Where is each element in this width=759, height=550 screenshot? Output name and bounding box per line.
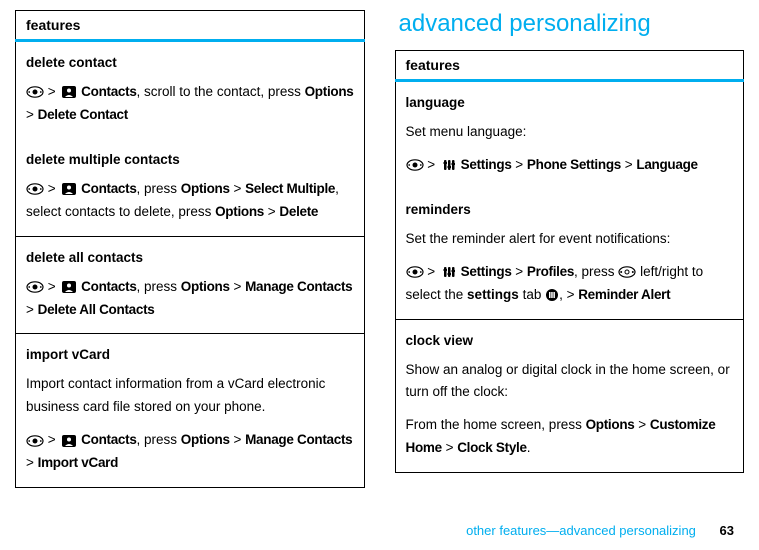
footer-text: other features—advanced personalizing bbox=[466, 523, 696, 538]
feature-description: Import contact information from a vCard … bbox=[26, 373, 354, 419]
feature-path: > Settings > Phone Settings > Language bbox=[406, 154, 734, 177]
feature-description: Set menu language: bbox=[406, 121, 734, 144]
menu-path-item: Delete bbox=[279, 204, 318, 219]
feature-cell: clock view Show an analog or digital cloc… bbox=[395, 319, 744, 473]
feature-path: > Contacts, scroll to the contact, press… bbox=[26, 81, 354, 127]
menu-path-item: Clock Style bbox=[457, 440, 526, 455]
feature-cell: language Set menu language: > Settings > … bbox=[395, 81, 744, 189]
contacts-icon bbox=[61, 280, 77, 294]
body-text: > bbox=[26, 302, 38, 317]
feature-path: > Settings > Profiles, press left/right … bbox=[406, 261, 734, 307]
nav-center-icon bbox=[26, 281, 44, 293]
menu-path-item: Language bbox=[636, 157, 697, 172]
page-number: 63 bbox=[720, 523, 734, 538]
body-text: , > bbox=[559, 287, 578, 302]
nav-center-icon bbox=[26, 435, 44, 447]
menu-path-item: Delete All Contacts bbox=[38, 302, 155, 317]
left-header: features bbox=[16, 11, 365, 41]
body-text: , press bbox=[574, 264, 618, 279]
feature-description: Show an analog or digital clock in the h… bbox=[406, 359, 734, 405]
contacts-icon bbox=[61, 85, 77, 99]
nav-center-icon bbox=[406, 266, 424, 278]
menu-path-item: Options bbox=[305, 84, 354, 99]
right-features-table: features language Set menu language: > Se… bbox=[395, 50, 745, 473]
body-text: , scroll to the contact, press bbox=[137, 84, 305, 99]
emphasis: settings bbox=[467, 287, 519, 302]
settings-icon bbox=[441, 158, 457, 172]
menu-path-item: Settings bbox=[461, 264, 512, 279]
menu-path-item: Options bbox=[181, 279, 230, 294]
body-text: > bbox=[230, 432, 245, 447]
menu-path-item: Import vCard bbox=[38, 455, 118, 470]
feature-title: delete multiple contacts bbox=[26, 149, 354, 172]
body-text: > bbox=[26, 107, 38, 122]
menu-path-item: Select Multiple bbox=[245, 181, 335, 196]
nav-center-icon bbox=[26, 86, 44, 98]
menu-path-item: Options bbox=[181, 181, 230, 196]
nav-leftright-icon bbox=[618, 266, 636, 278]
body-text: > bbox=[634, 417, 649, 432]
section-title: advanced personalizing bbox=[395, 10, 745, 38]
menu-path-item: Contacts bbox=[81, 84, 136, 99]
body-text: > bbox=[442, 440, 457, 455]
menu-path-item: Reminder Alert bbox=[578, 287, 670, 302]
feature-title: delete contact bbox=[26, 52, 354, 75]
feature-cell: import vCard Import contact information f… bbox=[16, 334, 365, 488]
body-text: tab bbox=[519, 287, 545, 302]
feature-cell: delete multiple contacts > Contacts, pre… bbox=[16, 139, 365, 236]
menu-path-item: Profiles bbox=[527, 264, 574, 279]
menu-path-item: Contacts bbox=[81, 432, 136, 447]
feature-cell: reminders Set the reminder alert for even… bbox=[395, 189, 744, 319]
body-text: > bbox=[512, 264, 527, 279]
body-text: From the home screen, press bbox=[406, 417, 586, 432]
feature-title: clock view bbox=[406, 330, 734, 353]
feature-title: delete all contacts bbox=[26, 247, 354, 270]
feature-title: reminders bbox=[406, 199, 734, 222]
feature-path: > Contacts, press Options > Manage Conta… bbox=[26, 429, 354, 475]
settings-tab-icon bbox=[545, 288, 559, 302]
left-features-table: features delete contact > Contacts, scro… bbox=[15, 10, 365, 488]
body-text: > bbox=[230, 181, 245, 196]
body-text: . bbox=[527, 440, 531, 455]
menu-path-item: Manage Contacts bbox=[245, 279, 352, 294]
contacts-icon bbox=[61, 434, 77, 448]
menu-path-item: Settings bbox=[461, 157, 512, 172]
body-text: , press bbox=[137, 432, 181, 447]
menu-path-item: Manage Contacts bbox=[245, 432, 352, 447]
nav-center-icon bbox=[406, 159, 424, 171]
body-text: > bbox=[26, 455, 38, 470]
nav-center-icon bbox=[26, 183, 44, 195]
feature-path: > Contacts, press Options > Manage Conta… bbox=[26, 276, 354, 322]
contacts-icon bbox=[61, 182, 77, 196]
body-text: > bbox=[621, 157, 636, 172]
feature-cell: delete contact > Contacts, scroll to the… bbox=[16, 41, 365, 139]
menu-path-item: Phone Settings bbox=[527, 157, 621, 172]
body-text: > bbox=[264, 204, 279, 219]
body-text: , press bbox=[137, 181, 181, 196]
menu-path-item: Options bbox=[181, 432, 230, 447]
feature-path: > Contacts, press Options > Select Multi… bbox=[26, 178, 354, 224]
menu-path-item: Contacts bbox=[81, 181, 136, 196]
body-text: , press bbox=[137, 279, 181, 294]
feature-path: From the home screen, press Options > Cu… bbox=[406, 414, 734, 460]
footer: other features—advanced personalizing 63 bbox=[466, 523, 734, 538]
menu-path-item: Options bbox=[215, 204, 264, 219]
menu-path-item: Options bbox=[586, 417, 635, 432]
feature-description: Set the reminder alert for event notific… bbox=[406, 228, 734, 251]
body-text: > bbox=[230, 279, 245, 294]
menu-path-item: Contacts bbox=[81, 279, 136, 294]
feature-title: import vCard bbox=[26, 344, 354, 367]
body-text: > bbox=[512, 157, 527, 172]
feature-title: language bbox=[406, 92, 734, 115]
feature-cell: delete all contacts > Contacts, press Op… bbox=[16, 236, 365, 334]
menu-path-item: Delete Contact bbox=[38, 107, 128, 122]
settings-icon bbox=[441, 265, 457, 279]
right-header: features bbox=[395, 51, 744, 81]
